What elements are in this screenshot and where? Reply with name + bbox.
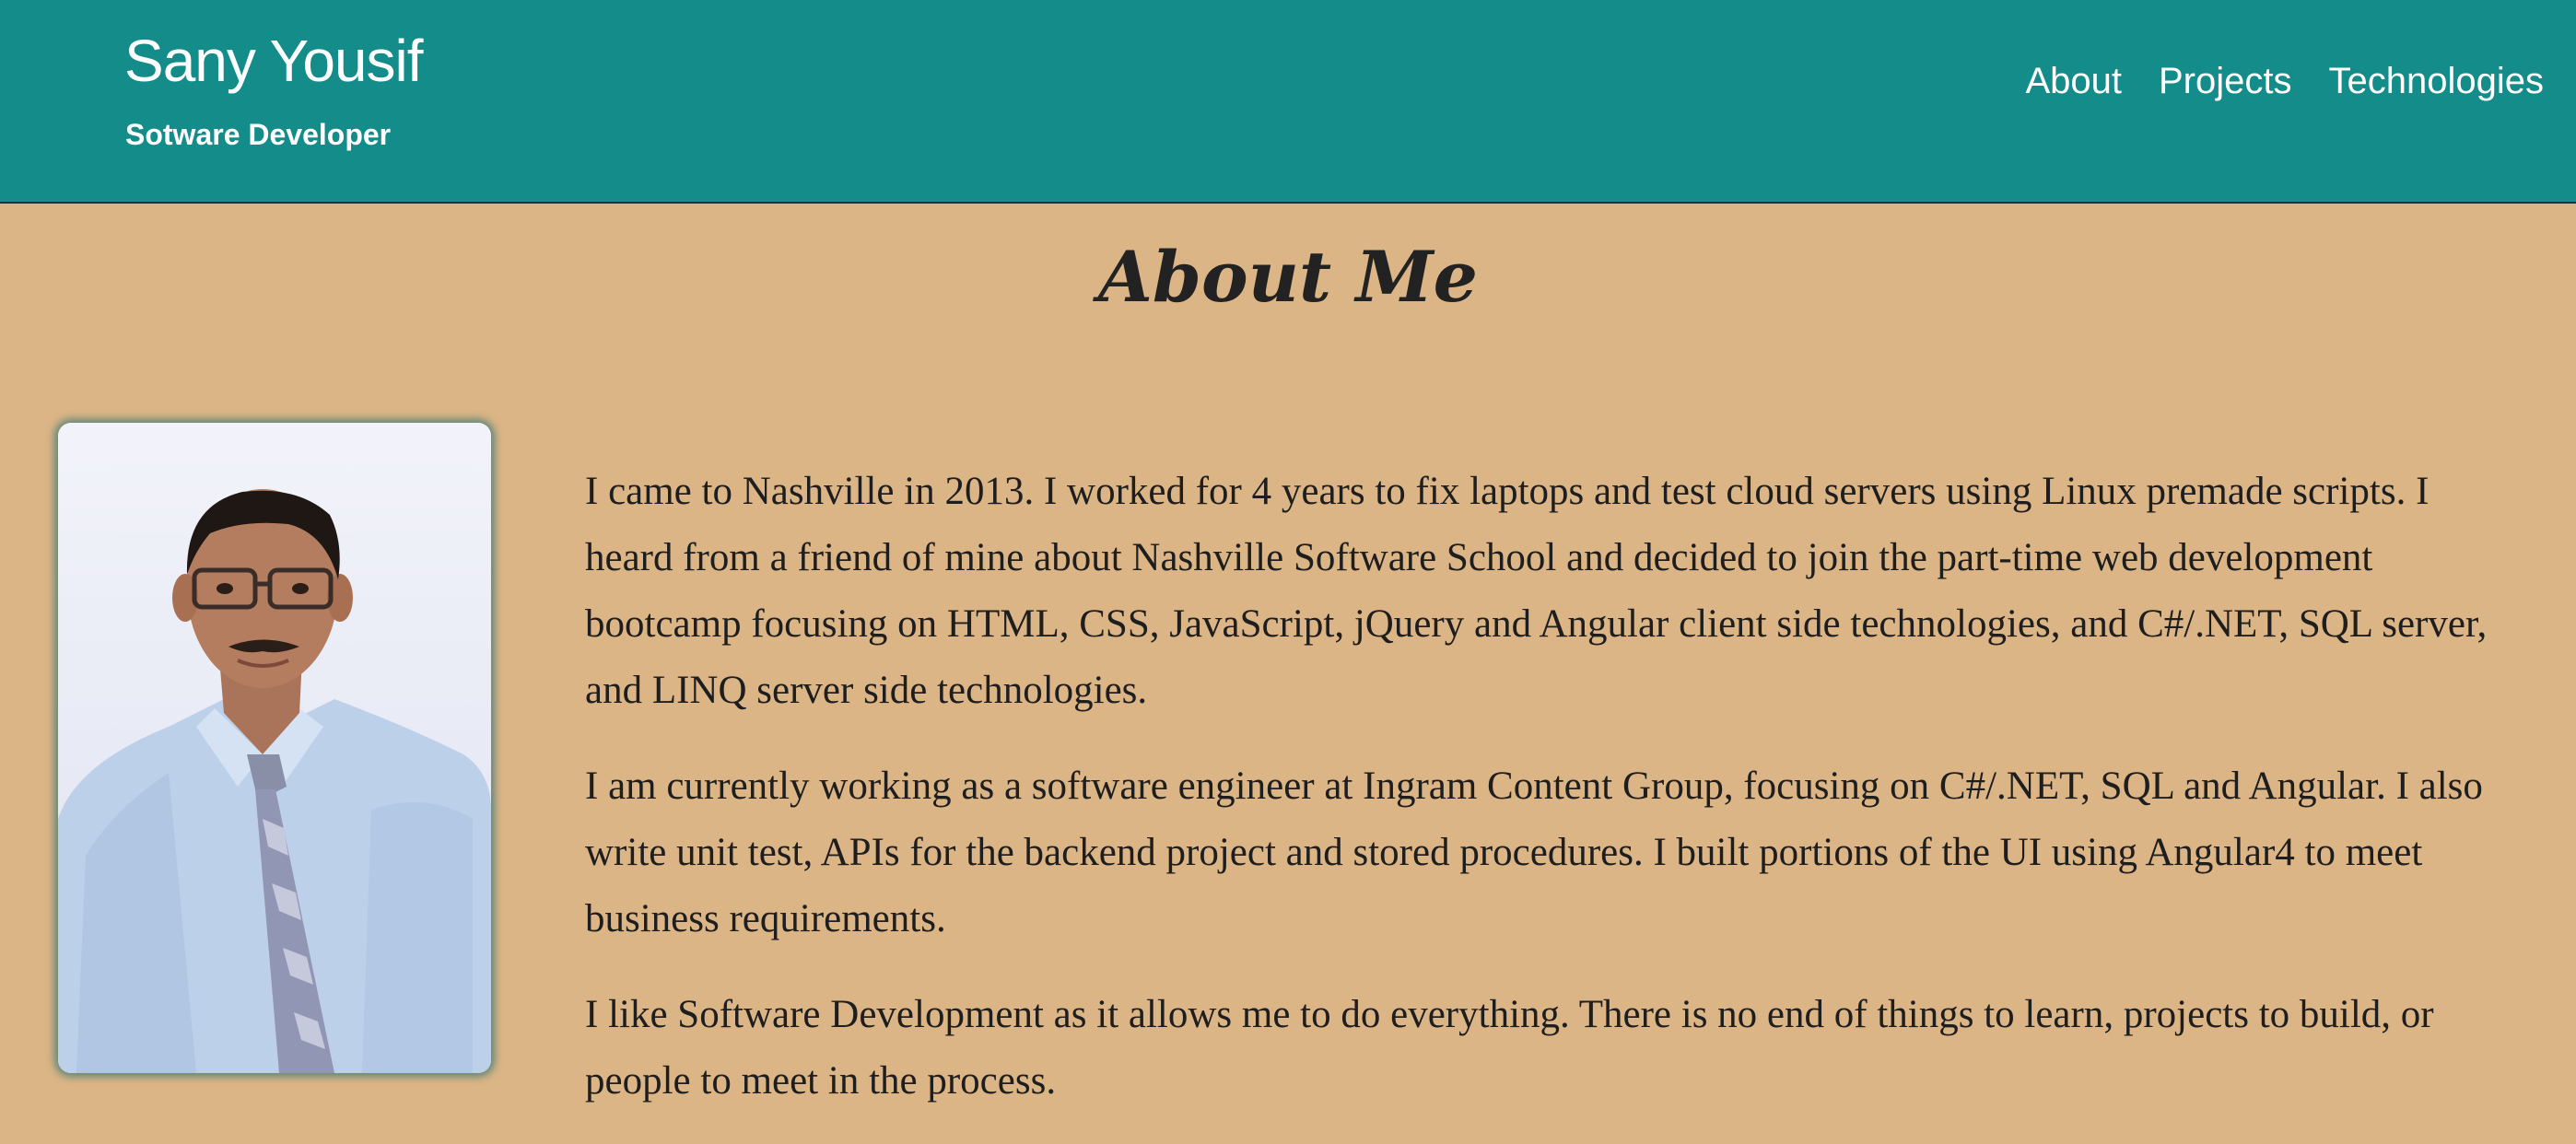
- bio-paragraph: I am currently working as a software eng…: [585, 765, 2483, 940]
- site-owner-name[interactable]: Sany Yousif: [124, 31, 423, 90]
- about-bio: I came to Nashville in 2013. I worked fo…: [585, 459, 2501, 1144]
- main-nav: About Projects Technologies: [2025, 63, 2544, 99]
- profile-photo: [58, 423, 491, 1073]
- nav-link-technologies[interactable]: Technologies: [2329, 63, 2545, 99]
- nav-link-about[interactable]: About: [2025, 63, 2122, 99]
- portrait-illustration: [58, 489, 491, 1073]
- bio-paragraph: I came to Nashville in 2013. I worked fo…: [585, 470, 2488, 712]
- site-header: Sany Yousif Sotware Developer About Proj…: [0, 0, 2576, 204]
- site-owner-role: Sotware Developer: [125, 118, 392, 151]
- page-title: About Me: [1097, 236, 1479, 318]
- bio-paragraph: I like Software Development as it allows…: [585, 993, 2434, 1103]
- nav-link-projects[interactable]: Projects: [2159, 63, 2292, 99]
